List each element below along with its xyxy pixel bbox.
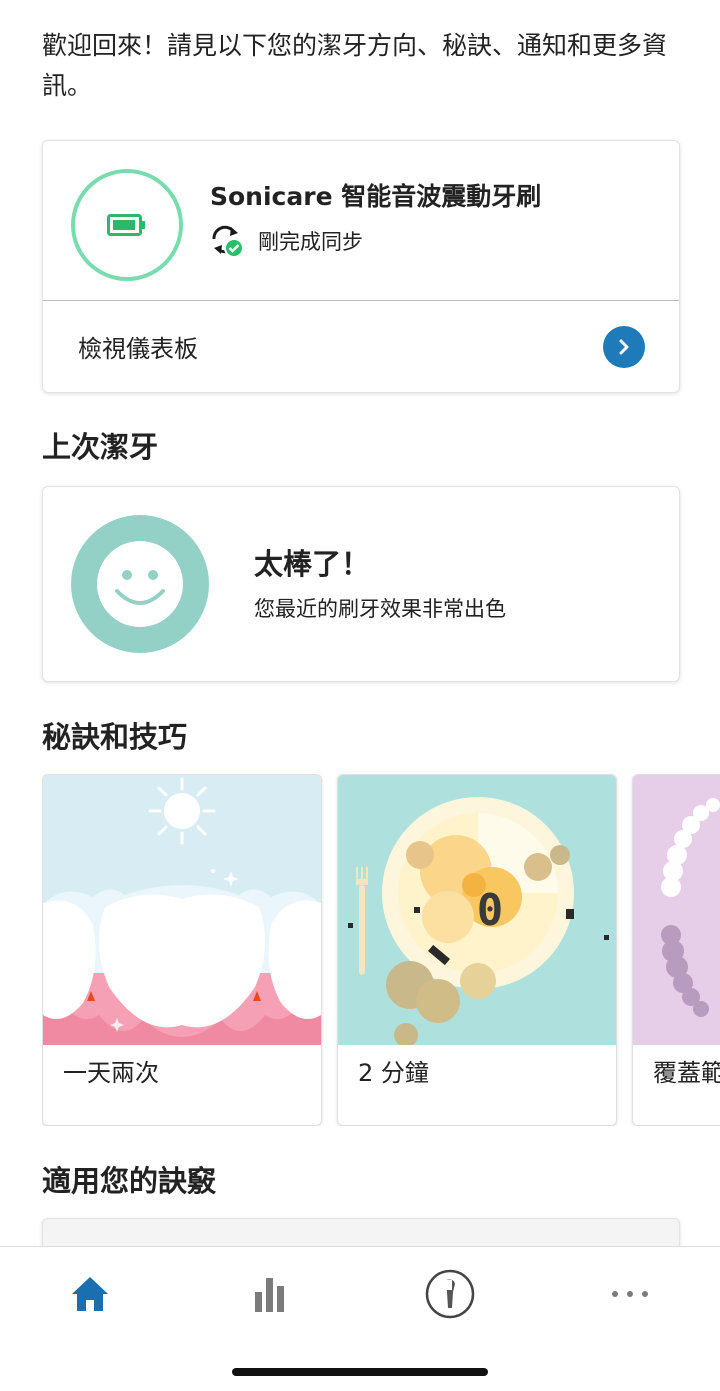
last-brushing-subtitle: 您最近的刷牙效果非常出色: [254, 597, 506, 621]
sync-icon: [210, 224, 244, 258]
teeth-arch-illustration: [633, 775, 720, 1045]
last-brushing-heading: 上次潔牙: [42, 430, 159, 464]
welcome-message: 歡迎回來！請見以下您的潔牙方向、秘訣、通知和更多資訊。: [42, 31, 668, 100]
sync-status: 剛完成同步: [210, 223, 363, 259]
svg-text:0: 0: [477, 885, 504, 936]
home-indicator: [232, 1368, 488, 1376]
chevron-right-icon[interactable]: [603, 325, 645, 368]
tip-card-coverage[interactable]: 覆蓋範: [632, 774, 720, 1126]
sync-status-label: 剛完成同步: [258, 230, 363, 254]
tip-label: 一天兩次: [63, 1059, 159, 1087]
device-status-ring: [71, 169, 183, 281]
last-brushing-card[interactable]: 太棒了！ 您最近的刷牙效果非常出色: [42, 486, 680, 682]
last-brushing-title: 太棒了！: [254, 547, 371, 581]
tips-heading: 秘訣和技巧: [42, 720, 188, 754]
brush-head-icon: [425, 1269, 475, 1319]
device-card: Sonicare 智能音波震動牙刷 剛完成同步 檢視儀表板: [42, 140, 680, 393]
view-dashboard-label: 檢視儀表板: [78, 335, 198, 363]
tab-home[interactable]: [45, 1269, 135, 1319]
tip-card-two-minutes[interactable]: 0 2 分鐘: [337, 774, 617, 1126]
teeth-illustration: [43, 775, 321, 1045]
device-name: Sonicare 智能音波震動牙刷: [210, 182, 542, 211]
tab-brush-head[interactable]: [405, 1269, 495, 1319]
view-dashboard-link[interactable]: 檢視儀表板: [43, 301, 679, 392]
stats-icon: [255, 1278, 284, 1312]
smiley-icon: [71, 515, 209, 653]
tab-more[interactable]: [585, 1269, 675, 1319]
timer-plate-illustration: 0: [338, 775, 616, 1045]
for-you-heading: 適用您的訣竅: [42, 1164, 217, 1198]
home-icon: [72, 1277, 108, 1311]
battery-icon: [107, 214, 145, 236]
tip-label: 覆蓋範: [653, 1059, 720, 1087]
tab-stats[interactable]: [225, 1269, 315, 1319]
tip-card-twice-a-day[interactable]: 一天兩次: [42, 774, 322, 1126]
more-icon: [612, 1291, 648, 1297]
tip-label: 2 分鐘: [358, 1059, 429, 1087]
tips-carousel[interactable]: 一天兩次 0 2 分鐘 覆蓋範: [42, 774, 720, 1126]
